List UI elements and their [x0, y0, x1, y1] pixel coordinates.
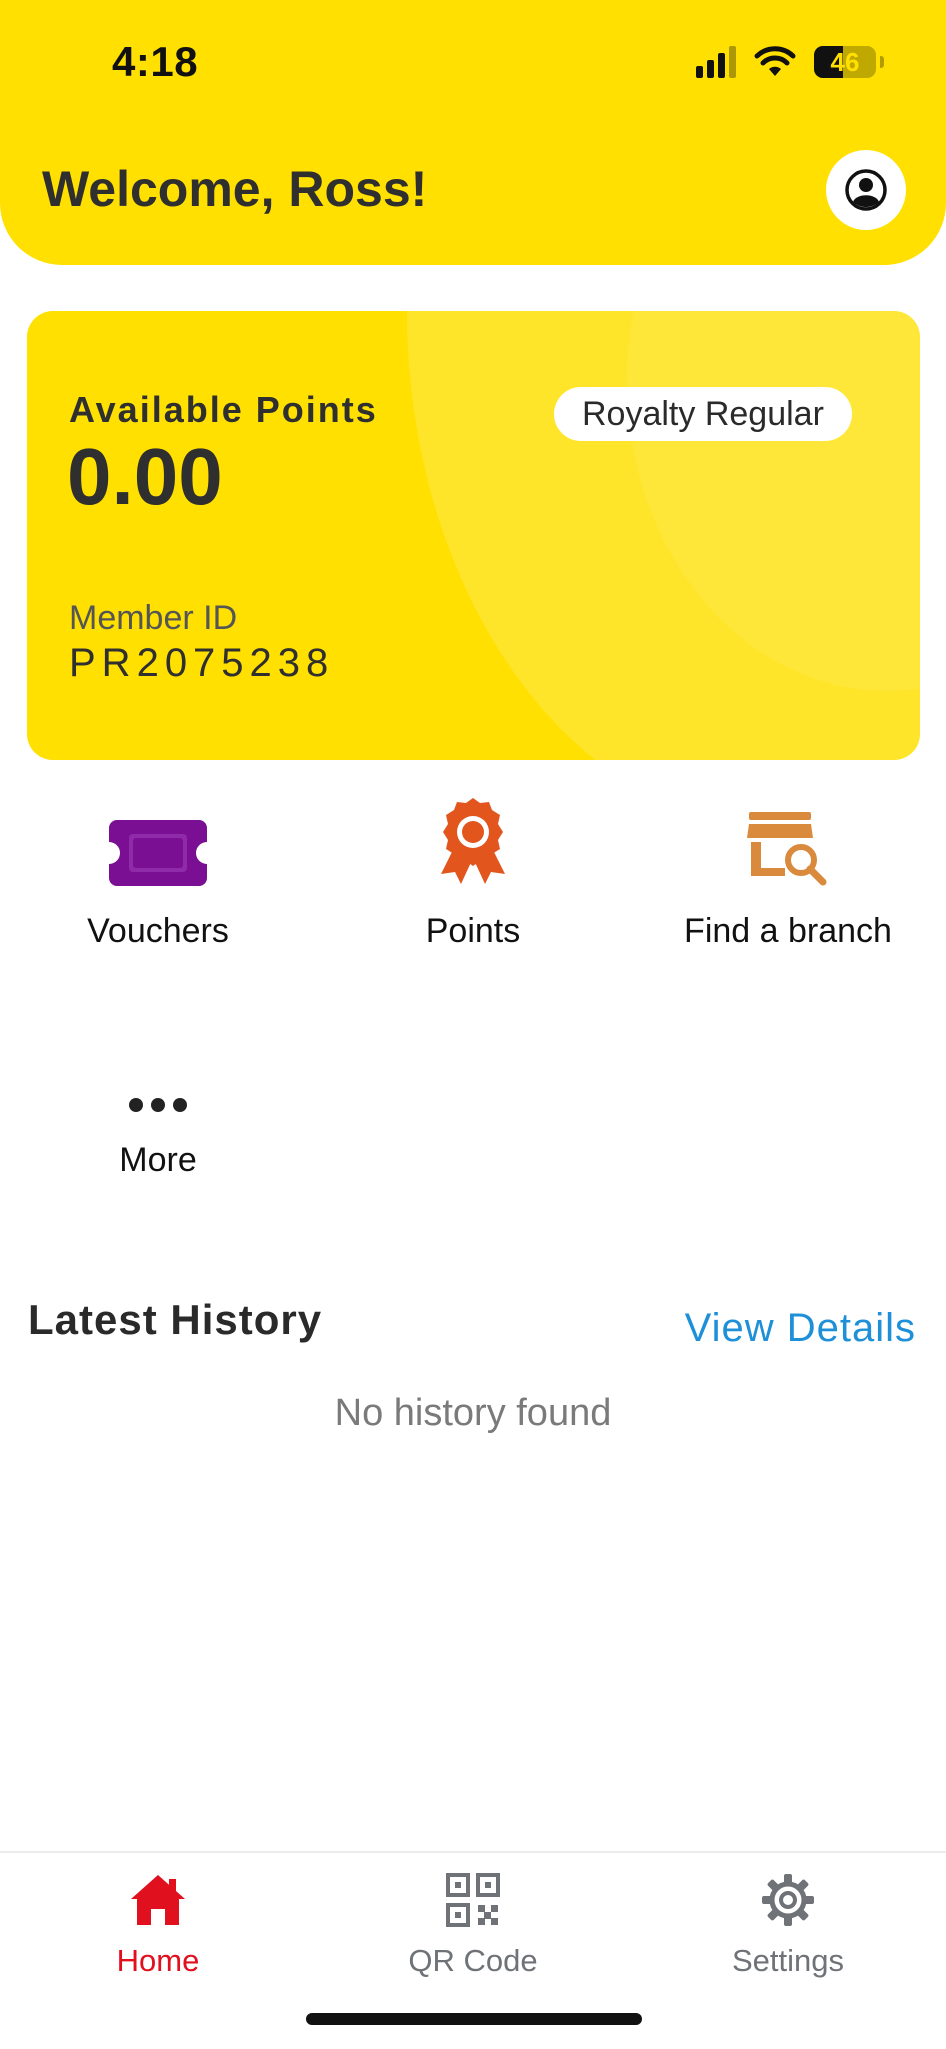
find-branch-label: Find a branch — [684, 912, 892, 950]
vouchers-button[interactable]: Vouchers — [0, 796, 316, 951]
profile-button[interactable] — [826, 150, 906, 230]
welcome-title: Welcome, Ross! — [42, 161, 428, 217]
home-icon — [131, 1875, 185, 1925]
qr-code-icon — [446, 1873, 500, 1927]
wifi-icon — [754, 46, 796, 76]
status-icons: 46 — [696, 44, 884, 80]
latest-history-title: Latest History — [28, 1296, 323, 1343]
member-id-value: PR2075238 — [69, 641, 335, 685]
available-points-value: 0.00 — [67, 432, 223, 521]
user-circle-icon — [845, 169, 887, 211]
tier-badge: Royalty Regular — [554, 387, 852, 441]
battery-icon: 46 — [814, 46, 876, 78]
cellular-signal-icon — [696, 46, 736, 78]
battery-cap — [880, 56, 884, 68]
ticket-icon — [109, 820, 207, 886]
tab-qr-code[interactable]: QR Code — [315, 1867, 631, 1979]
available-points-label: Available Points — [69, 389, 378, 430]
battery-level: 46 — [830, 46, 860, 77]
gear-icon — [762, 1874, 814, 1926]
tab-home[interactable]: Home — [0, 1867, 316, 1979]
tab-home-label: Home — [116, 1943, 200, 1978]
points-card[interactable]: Available Points 0.00 Royalty Regular Me… — [27, 311, 920, 760]
tab-qr-code-label: QR Code — [408, 1943, 538, 1978]
status-time: 4:18 — [112, 38, 199, 85]
store-search-icon — [747, 812, 827, 886]
tab-settings-label: Settings — [731, 1943, 844, 1978]
member-id-label: Member ID — [69, 599, 238, 637]
points-label: Points — [425, 912, 521, 950]
view-details-link[interactable]: View Details — [685, 1306, 916, 1351]
more-label: More — [119, 1141, 197, 1179]
more-button[interactable]: More — [0, 1025, 316, 1180]
more-dots-icon — [129, 1098, 187, 1112]
tab-settings[interactable]: Settings — [630, 1867, 946, 1979]
empty-history-message: No history found — [334, 1392, 612, 1434]
vouchers-label: Vouchers — [87, 912, 229, 950]
points-button[interactable]: Points — [315, 796, 631, 951]
header: 4:18 46 Welcome, Ross! — [0, 0, 946, 265]
find-branch-button[interactable]: Find a branch — [630, 796, 946, 951]
award-ribbon-icon — [441, 798, 505, 884]
home-indicator — [306, 2013, 642, 2025]
